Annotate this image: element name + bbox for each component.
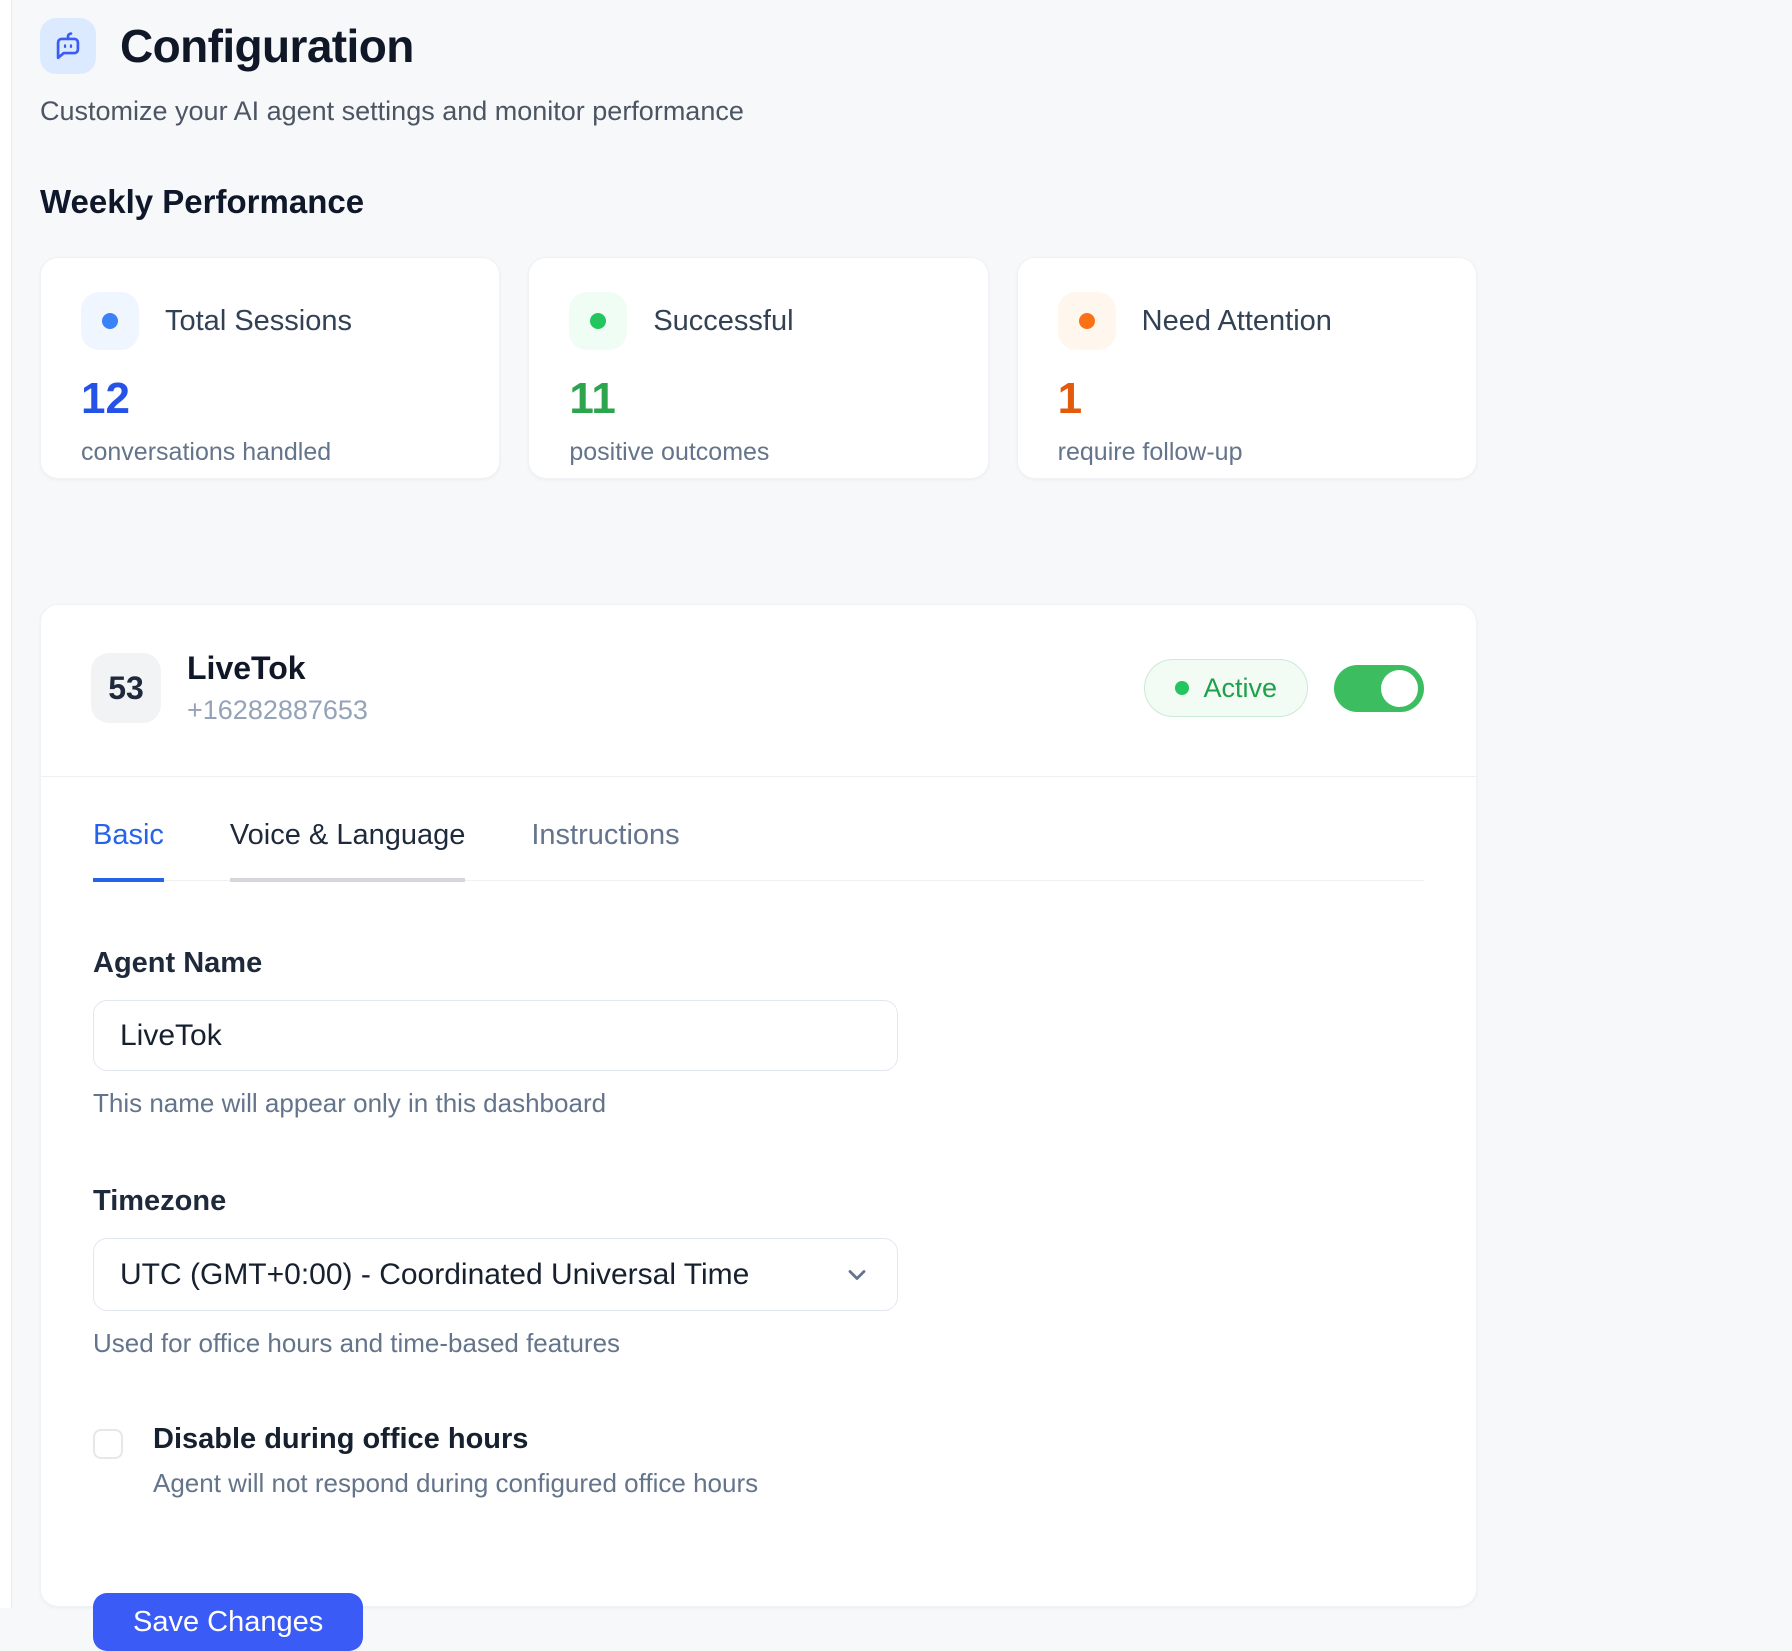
agent-name-label: Agent Name (93, 947, 1424, 980)
stat-label: Need Attention (1142, 305, 1332, 338)
status-badge-label: Active (1203, 673, 1277, 704)
office-hours-description: Agent will not respond during configured… (153, 1468, 758, 1499)
stat-description: conversations handled (81, 438, 459, 467)
successful-dot-icon (569, 292, 627, 350)
stat-value: 12 (81, 374, 459, 424)
left-edge-strip (0, 0, 12, 1608)
header-divider (41, 776, 1476, 777)
agent-card-header: 53 LiveTok +16282887653 Active (41, 605, 1476, 776)
stat-description: positive outcomes (569, 438, 947, 467)
agent-name-helper: This name will appear only in this dashb… (93, 1088, 1424, 1119)
weekly-performance-heading: Weekly Performance (40, 183, 1477, 221)
office-hours-label: Disable during office hours (153, 1423, 758, 1456)
stat-card-need-attention: Need Attention 1 require follow-up (1017, 257, 1477, 479)
office-hours-checkbox[interactable] (93, 1429, 123, 1459)
status-badge: Active (1144, 659, 1308, 717)
timezone-label: Timezone (93, 1185, 1424, 1218)
need-attention-dot-icon (1058, 292, 1116, 350)
stat-card-grid: Total Sessions 12 conversations handled … (40, 257, 1477, 479)
timezone-helper: Used for office hours and time-based fea… (93, 1328, 1424, 1359)
page-subtitle: Customize your AI agent settings and mon… (40, 96, 1477, 127)
tab-voice-language[interactable]: Voice & Language (230, 819, 465, 882)
page-title: Configuration (120, 19, 414, 73)
stat-card-successful: Successful 11 positive outcomes (528, 257, 988, 479)
tab-bar: Basic Voice & Language Instructions (93, 819, 1424, 881)
agent-config-card: 53 LiveTok +16282887653 Active Basic Voi (40, 604, 1477, 1607)
agent-active-toggle[interactable] (1334, 665, 1424, 712)
tab-basic[interactable]: Basic (93, 819, 164, 882)
stat-description: require follow-up (1058, 438, 1436, 467)
page-header: Configuration (40, 0, 1477, 74)
timezone-selected-value: UTC (GMT+0:00) - Coordinated Universal T… (120, 1258, 749, 1292)
chevron-down-icon (843, 1261, 871, 1289)
stat-value: 1 (1058, 374, 1436, 424)
agent-name-input[interactable] (93, 1000, 898, 1071)
avatar: 53 (91, 653, 161, 723)
stat-value: 11 (569, 374, 947, 424)
office-hours-row: Disable during office hours Agent will n… (93, 1423, 1424, 1499)
tab-instructions[interactable]: Instructions (531, 819, 679, 882)
agent-card-body: Basic Voice & Language Instructions Agen… (41, 819, 1476, 1651)
stat-label: Successful (653, 305, 793, 338)
stat-card-total-sessions: Total Sessions 12 conversations handled (40, 257, 500, 479)
stat-label: Total Sessions (165, 305, 352, 338)
save-changes-button[interactable]: Save Changes (93, 1593, 363, 1651)
status-dot-icon (1175, 681, 1189, 695)
toggle-knob (1381, 670, 1418, 707)
agent-name: LiveTok (187, 650, 368, 687)
bot-icon (40, 18, 96, 74)
total-sessions-dot-icon (81, 292, 139, 350)
agent-phone-number: +16282887653 (187, 695, 368, 726)
timezone-select[interactable]: UTC (GMT+0:00) - Coordinated Universal T… (93, 1238, 898, 1311)
configuration-page: Configuration Customize your AI agent se… (40, 0, 1477, 1607)
